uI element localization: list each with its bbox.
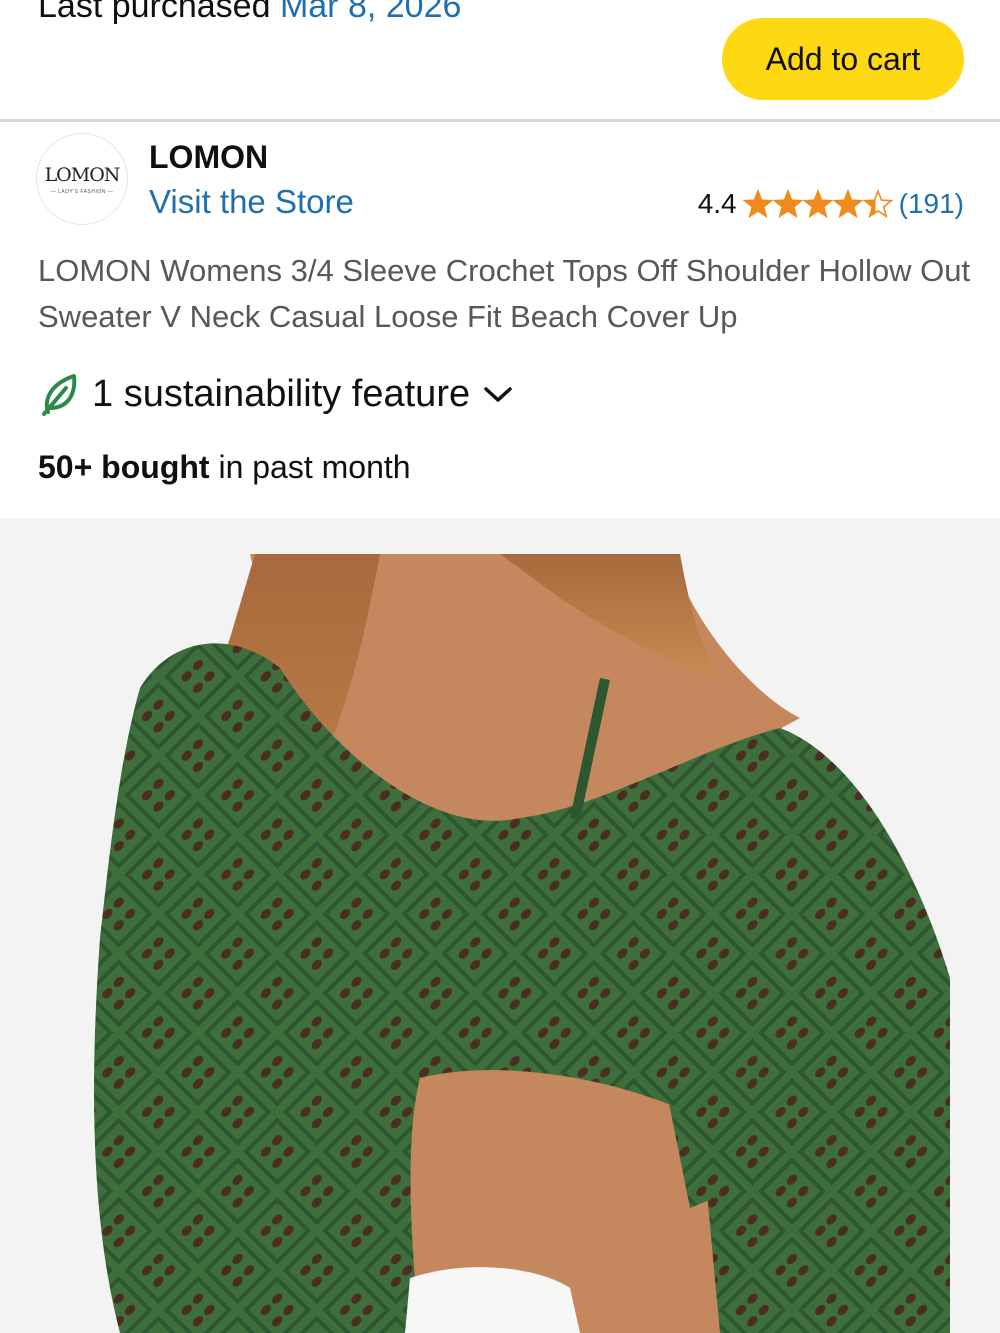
star-icon — [862, 188, 893, 219]
star-icon — [802, 188, 834, 219]
product-title: LOMON Womens 3/4 Sleeve Crochet Tops Off… — [38, 253, 971, 334]
leaf-icon — [42, 374, 77, 416]
add-to-cart-button[interactable]: Add to cart — [722, 18, 964, 100]
brand-name: LOMON — [149, 139, 269, 175]
last-purchased: Last purchased Mar 8, 2026 — [38, 0, 461, 28]
last-purchased-date[interactable]: Mar 8, 2026 — [280, 0, 461, 25]
store-logo[interactable]: LOMON — LADY'S FASHION — — [36, 133, 128, 225]
rating-count[interactable]: (191) — [899, 188, 964, 220]
product-photo — [94, 554, 951, 1333]
store-logo-subtext: — LADY'S FASHION — — [50, 188, 114, 195]
purchase-bar: Last purchased Mar 8, 2026 Add to cart — [0, 0, 1000, 122]
bought-count-period: in past month — [209, 449, 411, 485]
bought-count-number: 50+ bought — [38, 449, 210, 485]
bought-count: 50+ bought in past month — [38, 446, 411, 488]
store-logo-text: LOMON — [44, 163, 121, 186]
visit-store-link[interactable]: Visit the Store — [149, 182, 354, 222]
sustainability-label: 1 sustainability feature — [92, 372, 471, 415]
star-rating — [742, 188, 893, 219]
divider — [0, 119, 1000, 122]
product-image[interactable] — [0, 518, 1000, 1333]
star-icon — [832, 188, 864, 219]
rating-value: 4.4 — [697, 188, 737, 219]
sustainability-feature[interactable]: 1 sustainability feature — [40, 370, 514, 418]
chevron-down-icon[interactable] — [482, 384, 514, 404]
star-icon — [742, 188, 774, 219]
last-purchased-label: Last purchased — [38, 0, 271, 25]
star-icon — [772, 188, 804, 219]
rating-summary[interactable]: 4.4 (191) — [698, 186, 964, 222]
